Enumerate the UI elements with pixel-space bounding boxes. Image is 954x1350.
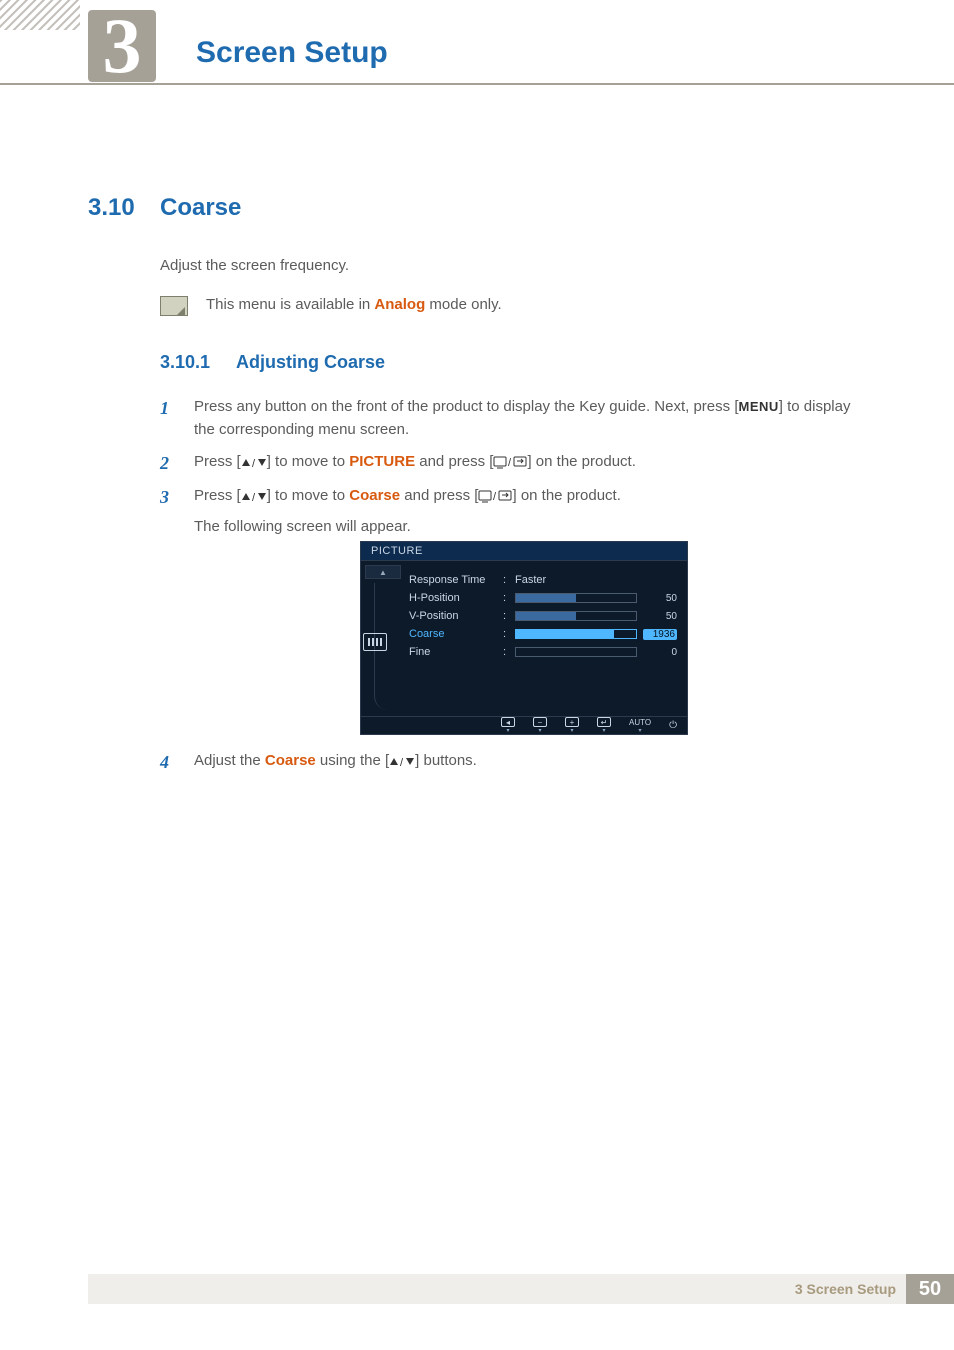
subsection-title: Adjusting Coarse [236, 352, 385, 373]
osd-panel: PICTURE ▲ Response Time : Faster H-Posit… [360, 541, 688, 735]
svg-text:/: / [252, 492, 256, 503]
osd-row-coarse: Coarse : 1936 [409, 625, 677, 643]
osd-response-time-value: Faster [515, 574, 637, 586]
osd-coarse-bar [515, 629, 637, 639]
step-4-number: 4 [160, 749, 169, 777]
up-down-arrows-icon: / [241, 491, 267, 503]
osd-category-icon [363, 633, 387, 651]
osd-back-icon: ◂▾ [501, 717, 515, 734]
intro-text: Adjust the screen frequency. [160, 257, 349, 274]
svg-text:/: / [252, 458, 256, 469]
step-2-text: Press [/] to move to PICTURE and press [… [194, 450, 866, 473]
step-2: 2 Press [/] to move to PICTURE and press… [160, 450, 866, 473]
osd-left-column: ▲ [361, 561, 405, 720]
osd-up-tab: ▲ [365, 565, 401, 579]
up-down-arrows-icon: / [389, 756, 415, 768]
header-rule [0, 83, 954, 85]
osd-minus-icon: −▾ [533, 717, 547, 734]
svg-text:/: / [493, 491, 497, 503]
section-title: Coarse [160, 194, 241, 222]
osd-left-curve [374, 583, 392, 710]
chapter-title: Screen Setup [196, 36, 388, 70]
menu-keyword: MENU [738, 399, 778, 414]
note-text: This menu is available in Analog mode on… [206, 296, 502, 313]
coarse-keyword: Coarse [265, 752, 316, 769]
step-3: 3 Press [/] to move to Coarse and press … [160, 484, 866, 539]
note-suffix: mode only. [425, 296, 501, 313]
osd-plus-icon: +▾ [565, 717, 579, 734]
osd-power-icon: ⏻ [669, 720, 677, 731]
step-1-number: 1 [160, 395, 169, 423]
osd-body: ▲ Response Time : Faster H-Position : 50 [361, 561, 687, 720]
step-1-text: Press any button on the front of the pro… [194, 395, 866, 442]
note-prefix: This menu is available in [206, 296, 374, 313]
osd-fine-bar [515, 647, 637, 657]
note-mode: Analog [374, 296, 425, 313]
osd-footer: ◂▾ −▾ +▾ ↵▾ AUTO▾ ⏻ [361, 716, 687, 734]
chapter-number-box: 3 [88, 10, 156, 82]
coarse-keyword: Coarse [349, 487, 400, 504]
subsection-number: 3.10.1 [160, 352, 210, 373]
osd-row-h-position: H-Position : 50 [409, 589, 677, 607]
step-3-number: 3 [160, 484, 169, 512]
osd-auto-label: AUTO▾ [629, 718, 651, 734]
step-4: 4 Adjust the Coarse using the [/] button… [160, 749, 866, 772]
step-1: 1 Press any button on the front of the p… [160, 395, 866, 442]
page-number: 50 [906, 1274, 954, 1304]
corner-hatch [0, 0, 80, 30]
osd-row-v-position: V-Position : 50 [409, 607, 677, 625]
svg-text:/: / [400, 757, 404, 768]
up-down-arrows-icon: / [241, 457, 267, 469]
step-4-text: Adjust the Coarse using the [/] buttons. [194, 749, 866, 772]
page-footer: 3 Screen Setup 50 [88, 1274, 954, 1304]
section-number: 3.10 [88, 194, 135, 222]
note-icon [160, 296, 188, 316]
input-source-icon: / [478, 489, 512, 503]
footer-text: 3 Screen Setup [795, 1281, 896, 1297]
osd-v-position-bar [515, 611, 637, 621]
step-3-tail: The following screen will appear. [194, 515, 866, 538]
osd-row-response-time: Response Time : Faster [409, 571, 677, 589]
input-source-icon: / [493, 455, 527, 469]
step-2-number: 2 [160, 450, 169, 478]
osd-h-position-bar [515, 593, 637, 603]
osd-title: PICTURE [361, 542, 687, 561]
chapter-number: 3 [103, 7, 142, 85]
osd-enter-icon: ↵▾ [597, 717, 611, 734]
osd-rows: Response Time : Faster H-Position : 50 V… [405, 561, 687, 720]
picture-keyword: PICTURE [349, 453, 415, 470]
step-3-text: Press [/] to move to Coarse and press [/… [194, 484, 866, 539]
osd-row-fine: Fine : 0 [409, 643, 677, 661]
svg-text:/: / [508, 457, 512, 469]
